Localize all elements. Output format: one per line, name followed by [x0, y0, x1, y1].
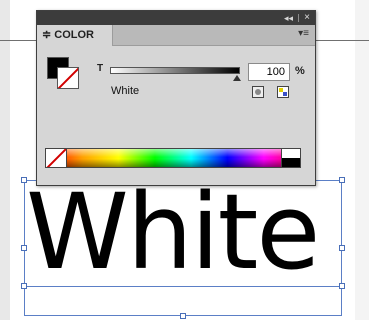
panel-tab-row: ≑ COLOR ▾≡: [37, 25, 315, 46]
color-panel: ◂◂ × ≑ COLOR ▾≡ T % White: [36, 10, 316, 186]
canvas-gutter: [0, 0, 10, 320]
tint-slider[interactable]: [110, 67, 240, 74]
text-frame[interactable]: [24, 180, 342, 316]
close-icon[interactable]: ×: [304, 11, 310, 25]
text-frame-baseline: [24, 286, 342, 287]
frame-handle-mid-right[interactable]: [339, 245, 345, 251]
tint-label: T: [97, 63, 104, 74]
none-swatch-icon[interactable]: [45, 148, 67, 168]
frame-handle-bottom-mid[interactable]: [180, 313, 186, 319]
tint-input[interactable]: [248, 63, 290, 81]
swatch-name: White: [111, 85, 140, 97]
rgb-mode-icon[interactable]: [252, 86, 264, 98]
tab-color[interactable]: ≑ COLOR: [37, 25, 113, 46]
panel-titlebar[interactable]: ◂◂ ×: [37, 11, 315, 25]
black-white-swatch[interactable]: [281, 148, 301, 168]
titlebar-divider: [298, 14, 299, 22]
percent-label: %: [295, 65, 305, 77]
cmyk-mode-icon[interactable]: [277, 86, 289, 98]
collapse-icon[interactable]: ◂◂: [284, 11, 293, 25]
stroke-swatch[interactable]: [57, 67, 79, 89]
frame-handle-top-left[interactable]: [21, 177, 27, 183]
frame-handle-bottom-right[interactable]: [339, 283, 345, 289]
frame-handle-top-right[interactable]: [339, 177, 345, 183]
color-spectrum-ramp[interactable]: [45, 148, 301, 168]
frame-handle-bottom-left[interactable]: [21, 283, 27, 289]
panel-menu-icon[interactable]: ▾≡: [298, 28, 309, 39]
pasteboard-strip: [355, 0, 369, 320]
frame-handle-mid-left[interactable]: [21, 245, 27, 251]
tint-slider-thumb[interactable]: [233, 75, 241, 81]
